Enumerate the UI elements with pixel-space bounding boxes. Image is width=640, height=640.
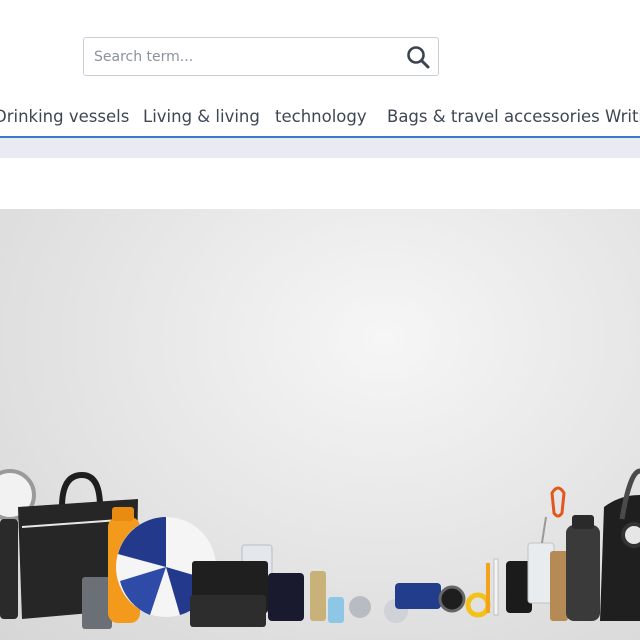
hero-banner[interactable]	[0, 209, 640, 640]
sub-navigation-bar	[0, 138, 640, 158]
nav-item-bags-travel[interactable]: Bags & travel accessories	[387, 107, 600, 126]
search-button[interactable]	[404, 43, 432, 71]
nav-item-writing[interactable]: Writing	[605, 107, 640, 126]
tape-product	[465, 592, 491, 618]
bamboo-bottle-product	[550, 551, 568, 621]
flask-product	[566, 525, 600, 621]
nav-item-technology[interactable]: technology	[275, 107, 367, 126]
nav-item-living[interactable]: Living & living	[143, 107, 260, 126]
nav-item-drinking-vessels[interactable]: Drinking vessels	[0, 107, 129, 126]
search-icon	[407, 46, 430, 69]
pen-product	[486, 563, 490, 613]
search-input[interactable]	[84, 38, 394, 75]
keychain-product	[349, 596, 371, 618]
category-nav: Drinking vessels Living & living technol…	[0, 100, 640, 136]
pencil-tube-product	[310, 571, 326, 621]
hero-products-image	[0, 468, 640, 629]
backpack-product	[600, 495, 640, 621]
watch-product	[438, 585, 466, 613]
speaker-product	[395, 583, 441, 609]
mug-product	[268, 573, 304, 621]
phone-sleeve-product	[82, 577, 112, 629]
thermos-product	[0, 519, 18, 619]
search-box	[83, 37, 439, 76]
